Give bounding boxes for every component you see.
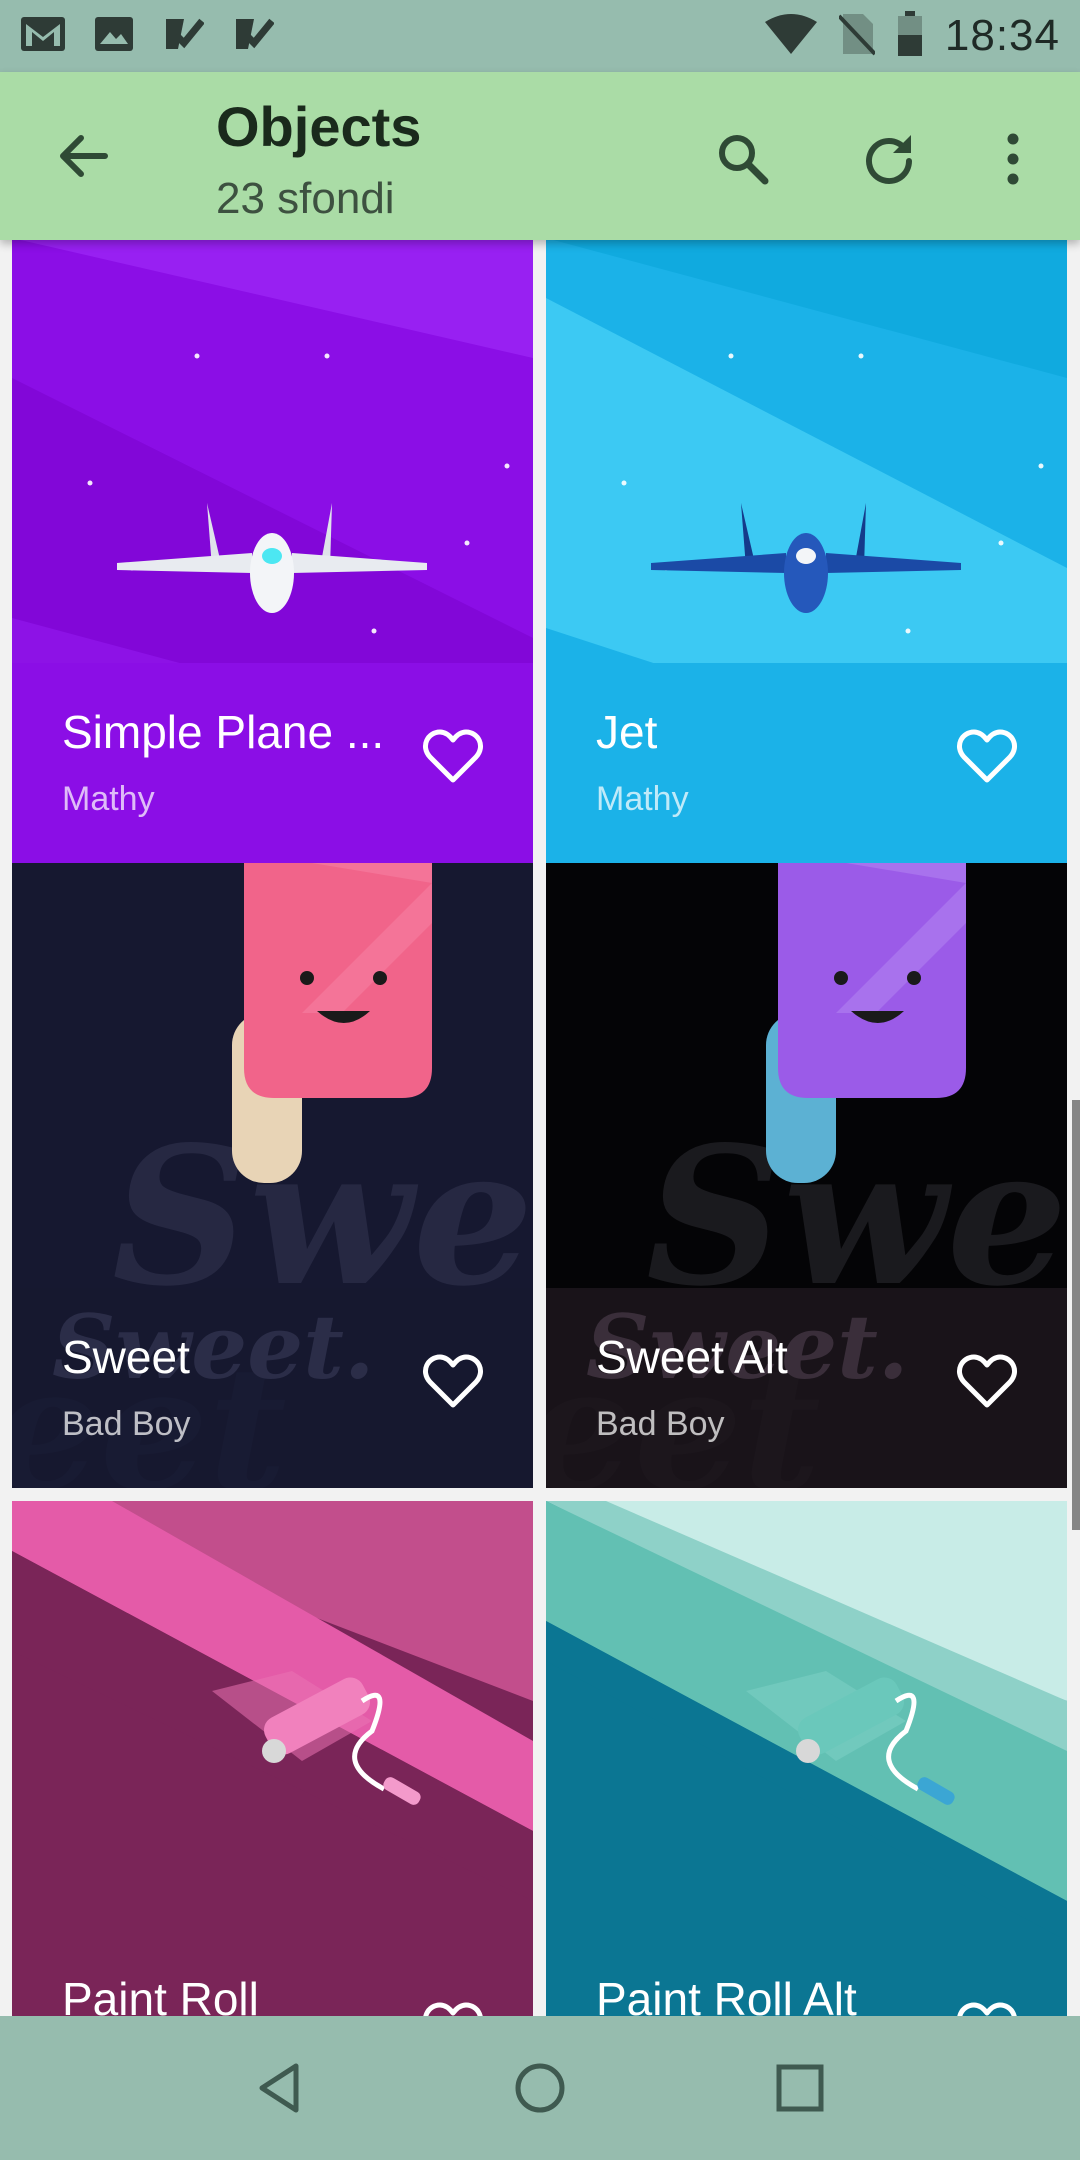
card-author: Bad Boy (596, 1405, 725, 1443)
heart-outline-icon (423, 729, 483, 783)
card-author: Mathy (62, 780, 155, 818)
nav-back-button[interactable] (240, 2048, 320, 2128)
heart-outline-icon (957, 729, 1017, 783)
card-title: Simple Plane ... (62, 706, 385, 758)
heart-outline-icon (957, 1354, 1017, 1408)
page-subtitle: 23 sfondi (216, 174, 395, 223)
wallpaper-card[interactable]: Paint Roll (12, 1501, 533, 2016)
no-sim-icon (837, 12, 877, 61)
refresh-button[interactable] (846, 116, 932, 202)
nav-home-button[interactable] (500, 2048, 580, 2128)
search-icon (719, 135, 769, 185)
card-title: Sweet Alt (596, 1331, 788, 1383)
card-title: Jet (596, 706, 658, 758)
refresh-icon (866, 135, 912, 184)
wifi-icon (764, 13, 817, 59)
app-bar: Objects 23 sfondi (0, 72, 1080, 240)
favorite-button[interactable] (417, 1346, 489, 1418)
search-button[interactable] (700, 116, 786, 202)
heart-outline-icon (423, 1354, 483, 1408)
nav-recents-button[interactable] (760, 2048, 840, 2128)
page-title: Objects (216, 95, 422, 158)
favorite-button[interactable] (417, 1994, 489, 2016)
task-check-icon (162, 15, 205, 58)
gmail-icon (20, 16, 66, 57)
wallpaper-card[interactable]: Jet Mathy (546, 240, 1067, 863)
wallpaper-preview (546, 1501, 1067, 1941)
card-title: Paint Roll (62, 1973, 259, 2016)
system-nav-bar (0, 2016, 1080, 2160)
wallpaper-card[interactable]: Swe eet Sweet. Sweet Bad Boy (12, 863, 533, 1488)
wallpaper-preview (12, 1501, 533, 1901)
favorite-button[interactable] (951, 721, 1023, 793)
favorite-button[interactable] (951, 1994, 1023, 2016)
wallpaper-card[interactable]: Swe eet Sweet. Sweet Alt Bad Boy (546, 863, 1067, 1488)
back-triangle-icon (259, 2063, 299, 2113)
more-vert-icon (1007, 133, 1019, 185)
status-time: 18:34 (944, 11, 1060, 60)
battery-icon (897, 10, 923, 62)
heart-outline-icon (423, 2002, 483, 2016)
task-check-icon (232, 15, 275, 58)
more-options-button[interactable] (970, 116, 1056, 202)
heart-outline-icon (957, 2002, 1017, 2016)
card-author: Bad Boy (62, 1405, 191, 1443)
scrollbar-thumb[interactable] (1072, 1100, 1080, 1530)
card-title: Sweet (62, 1331, 190, 1383)
card-author: Mathy (596, 780, 689, 818)
wallpaper-card[interactable]: Simple Plane ... Mathy (12, 240, 533, 863)
recents-square-icon (776, 2064, 824, 2112)
status-bar: 18:34 (0, 0, 1080, 72)
gallery-icon (94, 16, 134, 57)
wallpaper-card[interactable]: Paint Roll Alt (546, 1501, 1067, 2016)
favorite-button[interactable] (417, 721, 489, 793)
wallpaper-grid: Simple Plane ... Mathy Jet Mathy Swe Swe… (0, 240, 1080, 2016)
favorite-button[interactable] (951, 1346, 1023, 1418)
card-title: Paint Roll Alt (596, 1973, 857, 2016)
back-arrow-icon (60, 135, 108, 177)
home-circle-icon (515, 2063, 565, 2113)
back-button[interactable] (38, 116, 128, 196)
